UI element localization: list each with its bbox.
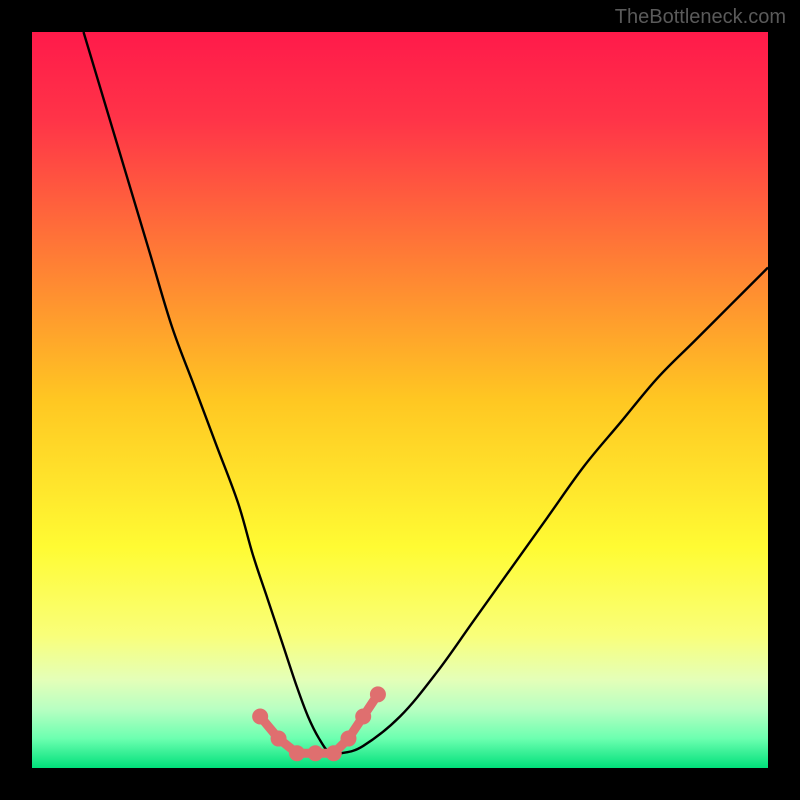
marker-dot xyxy=(326,745,342,761)
bottleneck-chart xyxy=(32,32,768,768)
plot-area xyxy=(32,32,768,768)
marker-dot xyxy=(370,686,386,702)
marker-dot xyxy=(340,731,356,747)
marker-dot xyxy=(271,731,287,747)
watermark-text: TheBottleneck.com xyxy=(615,6,786,29)
marker-dot xyxy=(307,745,323,761)
marker-dot xyxy=(289,745,305,761)
gradient-background xyxy=(32,32,768,768)
marker-dot xyxy=(252,708,268,724)
marker-dot xyxy=(355,708,371,724)
